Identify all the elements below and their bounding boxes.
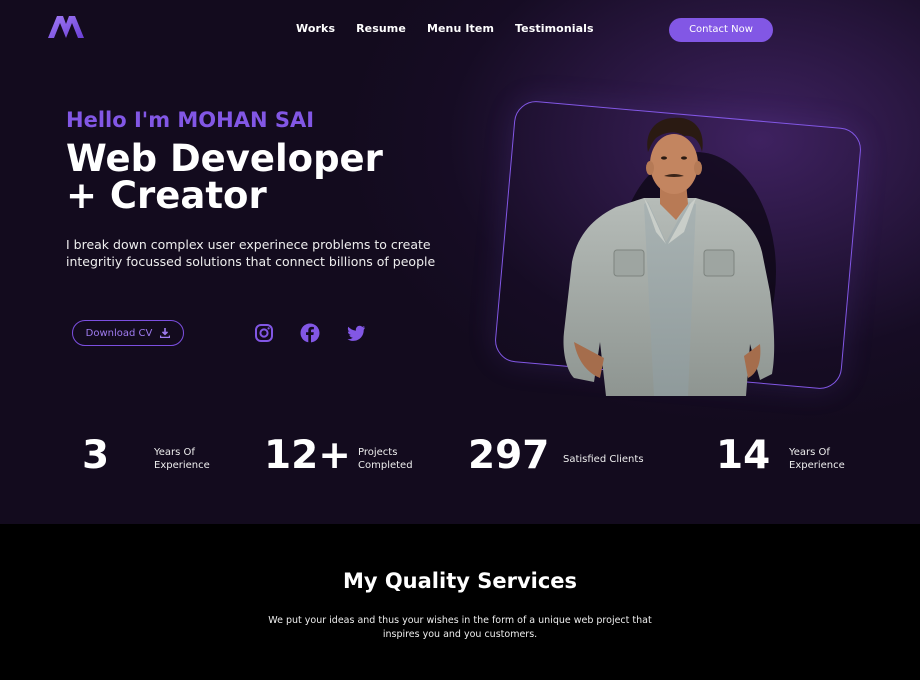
nav-works[interactable]: Works [296,22,335,35]
headline-line-1: Web Developer [66,137,383,180]
social-links [254,323,366,343]
stat-label: Years Of Experience [154,446,210,472]
instagram-icon[interactable] [254,323,274,343]
services-description-line-2: inspires you and you customers. [382,628,538,640]
profile-photo [563,117,776,396]
nav-testimonials[interactable]: Testimonials [515,22,594,35]
download-cv-label: Download CV [85,327,153,339]
stat-label-line-1: Years Of [789,447,830,458]
stat-value: 3 [82,433,110,478]
stat-label-line-2: Experience [789,460,845,471]
download-icon [160,328,171,338]
services-title: My Quality Services [342,569,578,593]
stat-label: Projects Completed [358,446,413,472]
main-nav: Works Resume Menu Item Testimonials [296,22,594,35]
stat-label: Satisfied Clients [563,453,644,466]
nav-menu-item[interactable]: Menu Item [427,22,494,35]
stat-label: Years Of Experience [789,446,845,472]
twitter-icon[interactable] [346,323,366,343]
download-cv-button[interactable]: Download CV [72,320,184,346]
services-description-line-1: We put your ideas and thus your wishes i… [268,615,652,626]
services-description: We put your ideas and thus your wishes i… [260,614,660,641]
facebook-icon[interactable] [300,323,320,343]
stat-label-line-1: Years Of [154,447,195,458]
hero-greeting: Hello I'm MOHAN SAI [66,108,315,132]
stat-label-line-1: Satisfied Clients [563,454,644,465]
nav-resume[interactable]: Resume [356,22,406,35]
hero-section: Works Resume Menu Item Testimonials Cont… [0,0,920,524]
m-logo-icon[interactable] [48,16,84,38]
stat-value: 12+ [264,433,351,478]
stat-value: 297 [468,433,550,478]
stat-label-line-2: Experience [154,460,210,471]
hero-description: I break down complex user experinece pro… [66,237,436,269]
stats-row: 3 Years Of Experience 12+ Projects Compl… [0,430,920,490]
stat-label-line-1: Projects [358,447,398,458]
contact-now-button[interactable]: Contact Now [669,18,773,42]
services-section: My Quality Services We put your ideas an… [0,524,920,680]
stat-value: 14 [716,433,771,478]
stat-label-line-2: Completed [358,460,413,471]
hero-headline: Web Developer + Creator [66,140,383,214]
headline-line-2: + Creator [66,174,267,217]
